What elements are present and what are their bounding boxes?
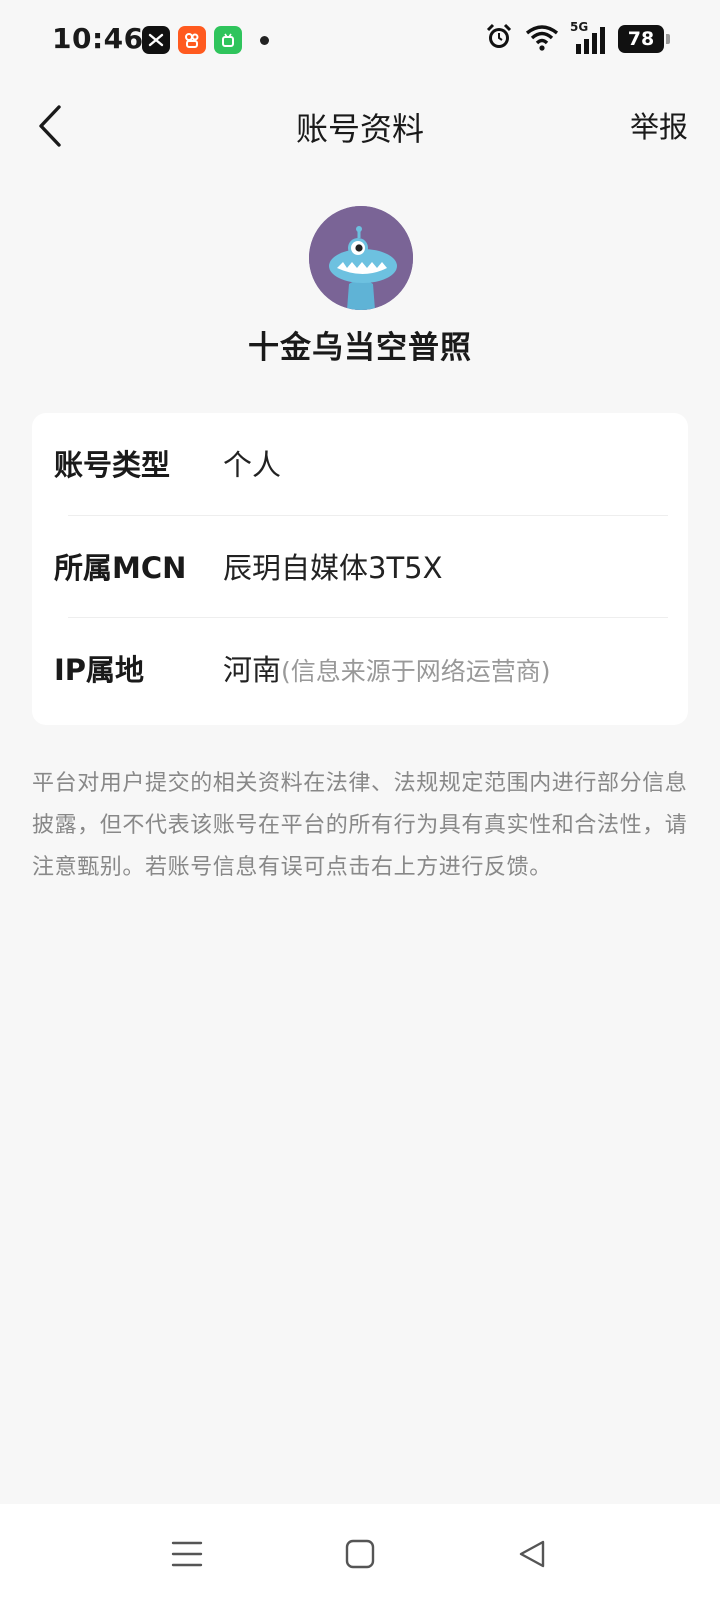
android-app-icon: [214, 26, 242, 54]
status-time: 10:46: [52, 22, 144, 55]
nav-bar: 账号资料 举报: [0, 84, 720, 170]
info-row-ip-location: IP属地 河南(信息来源于网络运营商): [32, 618, 688, 718]
disclaimer-text: 平台对用户提交的相关资料在法律、法规规定范围内进行部分信息披露，但不代表该账号在…: [32, 771, 688, 880]
monster-avatar-image: [309, 206, 413, 310]
system-nav-bar: [0, 1504, 720, 1604]
avatar[interactable]: [309, 206, 413, 310]
home-button[interactable]: [340, 1534, 380, 1574]
info-label: IP属地: [54, 653, 145, 687]
info-value: 河南(信息来源于网络运营商): [223, 653, 551, 687]
account-info-card: 账号类型 个人 所属MCN 辰玥自媒体3T5X IP属地 河南(信息来源于网络运…: [32, 413, 688, 725]
status-bar: 10:46 5G 78: [0, 0, 720, 84]
battery-indicator: 78: [618, 25, 670, 53]
home-icon: [345, 1539, 375, 1569]
notification-icons: [142, 26, 269, 54]
recent-apps-button[interactable]: [167, 1534, 207, 1574]
info-row-account-type: 账号类型 个人: [32, 413, 688, 513]
cellular-signal-icon: 5G: [570, 20, 608, 54]
info-label: 所属MCN: [54, 551, 187, 585]
system-back-button[interactable]: [512, 1534, 552, 1574]
notification-dot: [260, 35, 269, 45]
wifi-icon: [524, 23, 560, 55]
info-value: 辰玥自媒体3T5X: [223, 551, 443, 585]
status-indicators: 5G 78: [484, 20, 670, 56]
info-note: (信息来源于网络运营商): [281, 657, 551, 686]
info-value: 个人: [223, 448, 282, 482]
profile-name: 十金乌当空普照: [248, 330, 472, 366]
capcut-icon: [142, 26, 170, 54]
report-button[interactable]: 举报: [630, 104, 688, 146]
alarm-icon: [484, 22, 514, 56]
page-title: 账号资料: [295, 110, 424, 148]
menu-icon: [171, 1541, 203, 1567]
info-label: 账号类型: [54, 448, 171, 482]
back-triangle-icon: [519, 1540, 545, 1568]
kuaishou-icon: [178, 26, 206, 54]
info-row-mcn: 所属MCN 辰玥自媒体3T5X: [32, 516, 688, 616]
